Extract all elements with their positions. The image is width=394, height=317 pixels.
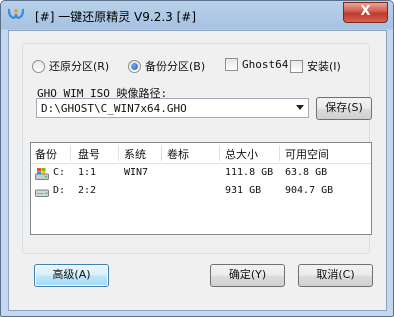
- advanced-button[interactable]: 高级(A): [34, 264, 109, 287]
- radio-restore[interactable]: 还原分区(R): [32, 58, 109, 74]
- cancel-button[interactable]: 取消(C): [298, 264, 373, 287]
- checkbox-install-box[interactable]: [290, 59, 303, 73]
- dialog-body: 还原分区(R) 备份分区(B) Ghost64 安装(I) GHO WIM IS…: [8, 30, 387, 311]
- cell-disk-no: 2:2: [78, 185, 97, 196]
- dropdown-arrow-icon[interactable]: [296, 105, 304, 110]
- save-button[interactable]: 保存(S): [316, 97, 372, 120]
- col-label[interactable]: 卷标: [167, 146, 189, 162]
- column-divider: [279, 145, 280, 161]
- col-disk-no[interactable]: 盘号: [78, 146, 100, 162]
- checkbox-install-label: 安装(I): [307, 60, 341, 73]
- ok-button[interactable]: 确定(Y): [210, 264, 285, 287]
- window-title: [#] 一键还原精灵 V9.2.3 [#]: [35, 10, 197, 24]
- column-divider: [118, 145, 119, 161]
- checkbox-ghost64-box[interactable]: [225, 58, 238, 71]
- cell-total-size: 931 GB: [225, 185, 262, 196]
- radio-restore-label: 还原分区(R): [49, 60, 110, 73]
- col-system[interactable]: 系统: [124, 146, 146, 162]
- windows-drive-icon: [35, 168, 49, 180]
- checkbox-ghost64-label: Ghost64: [242, 58, 289, 71]
- partition-list-header: 备份 盘号 系统 卷标 总大小 可用空间: [31, 143, 371, 164]
- cell-total-size: 111.8 GB: [225, 167, 274, 178]
- cell-free-space: 63.8 GB: [285, 167, 328, 178]
- column-divider: [161, 145, 162, 161]
- radio-backup-indicator[interactable]: [128, 59, 141, 73]
- checkbox-ghost64[interactable]: Ghost64: [225, 58, 288, 71]
- column-divider: [70, 145, 71, 161]
- close-button[interactable]: X: [343, 2, 388, 23]
- title-bar[interactable]: [#] 一键还原精灵 V9.2.3 [#] X: [1, 1, 393, 29]
- hard-drive-icon: [35, 189, 49, 197]
- cell-system: WIN7: [124, 167, 149, 178]
- cell-free-space: 904.7 GB: [285, 185, 334, 196]
- partition-list[interactable]: 备份 盘号 系统 卷标 总大小 可用空间 C: 1:1 WIN7 111.8 G…: [30, 142, 372, 235]
- column-divider: [219, 145, 220, 161]
- radio-backup-label: 备份分区(B): [145, 60, 206, 73]
- cell-drive: D:: [53, 185, 66, 196]
- image-path-value: D:\GHOST\C_WIN7x64.GHO: [41, 102, 187, 115]
- col-total-size[interactable]: 总大小: [225, 146, 258, 162]
- cell-disk-no: 1:1: [78, 167, 97, 178]
- checkbox-install[interactable]: 安装(I): [290, 58, 341, 74]
- col-backup[interactable]: 备份: [35, 146, 57, 162]
- radio-restore-indicator[interactable]: [32, 59, 45, 73]
- cell-drive: C:: [53, 167, 66, 178]
- app-window: [#] 一键还原精灵 V9.2.3 [#] X 还原分区(R) 备份分区(B) …: [0, 0, 394, 317]
- radio-backup[interactable]: 备份分区(B): [128, 58, 205, 74]
- image-path-combobox[interactable]: D:\GHOST\C_WIN7x64.GHO: [36, 98, 309, 118]
- col-free-space[interactable]: 可用空间: [285, 146, 329, 162]
- table-row[interactable]: C: 1:1 WIN7 111.8 GB 63.8 GB: [31, 165, 371, 183]
- app-logo-icon: [7, 8, 25, 19]
- table-row[interactable]: D: 2:2 931 GB 904.7 GB: [31, 183, 371, 201]
